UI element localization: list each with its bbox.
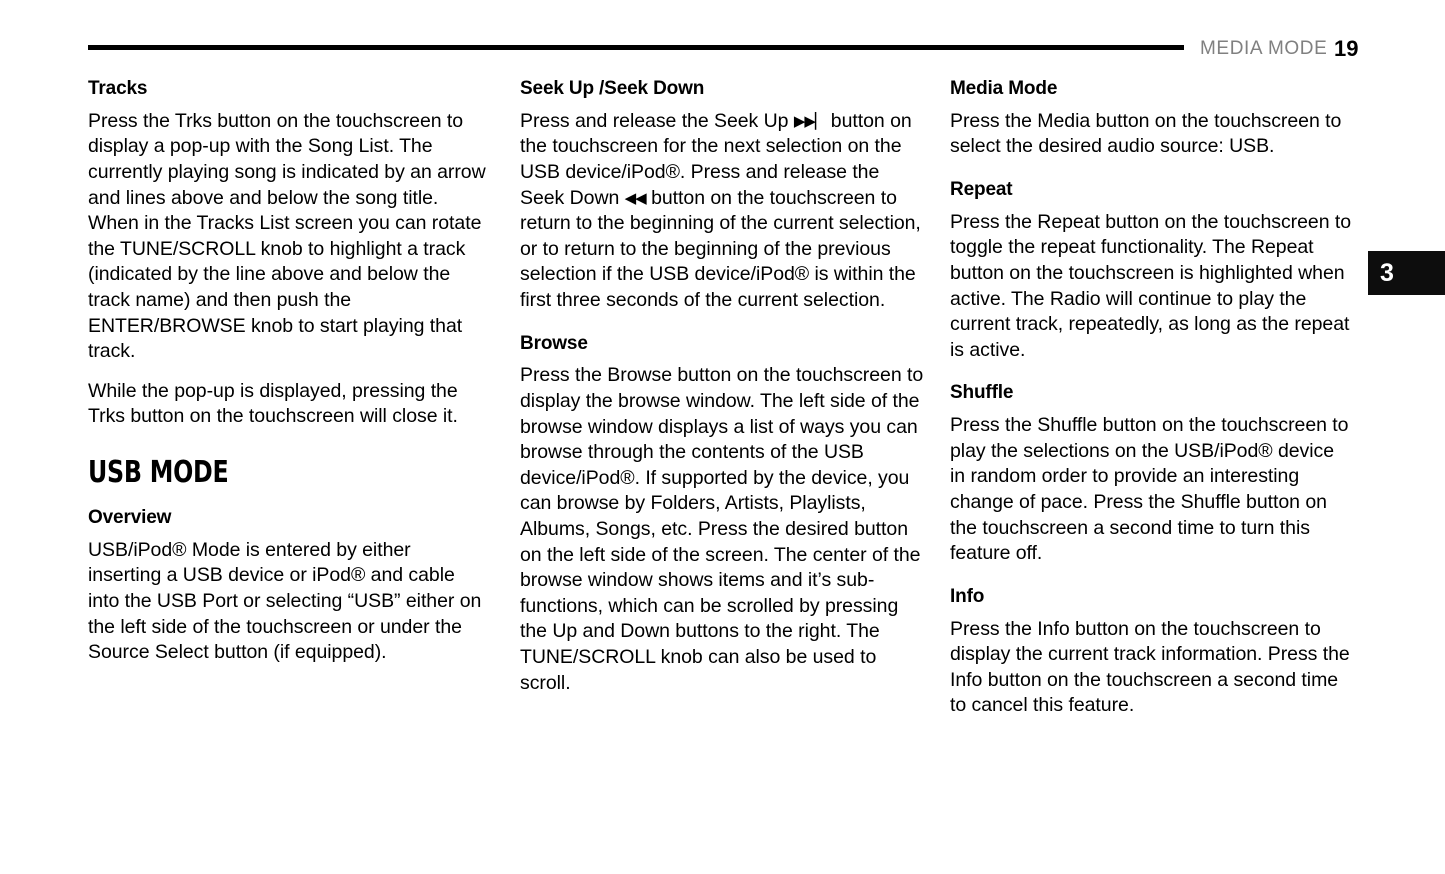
seek-up-icon: ▶▶▏ (793, 111, 827, 130)
section-heading: Info (950, 585, 985, 607)
section-heading: Media Mode (950, 78, 1058, 99)
page-header: MEDIA MODE 19 (0, 0, 1445, 68)
body-paragraph: Press the Browse button on the touchscre… (520, 364, 924, 694)
content-columns: Tracks Press the Trks button on the touch… (0, 78, 1445, 719)
body-paragraph: Press and release the Seek Up ▶▶▏ button… (520, 109, 921, 311)
body-paragraph: Press the Repeat button on the touchscre… (950, 210, 1352, 361)
section-heading: Shuffle (950, 382, 1014, 404)
text-column-2: Seek Up /Seek Down Press and release the … (520, 78, 924, 719)
body-paragraph: USB/iPod® Mode is entered by either inse… (88, 538, 482, 664)
body-paragraph: Press the Trks button on the touchscreen… (88, 109, 486, 363)
chapter-title: USB MODE (88, 454, 229, 490)
header-rule (88, 45, 1184, 50)
header-section-label: MEDIA MODE (1200, 38, 1328, 59)
section-heading: Tracks (88, 78, 148, 99)
page-number: 19 (1334, 36, 1359, 61)
section-heading: Overview (88, 506, 172, 528)
section-heading: Repeat (950, 179, 1013, 201)
text-column-3: Media Mode Press the Media button on the … (950, 78, 1354, 719)
body-paragraph: Press the Media button on the touchscree… (950, 109, 1342, 158)
text-column-1: Tracks Press the Trks button on the touch… (88, 78, 488, 719)
section-heading: Seek Up /Seek Down (520, 78, 705, 99)
body-paragraph: While the pop-up is displayed, pressing … (88, 379, 458, 428)
body-paragraph: Press the Shuffle button on the touchscr… (950, 414, 1349, 565)
seek-down-icon: ◀◀ (624, 188, 647, 207)
section-heading: Browse (520, 332, 588, 354)
body-paragraph: Press the Info button on the touchscreen… (950, 617, 1350, 717)
